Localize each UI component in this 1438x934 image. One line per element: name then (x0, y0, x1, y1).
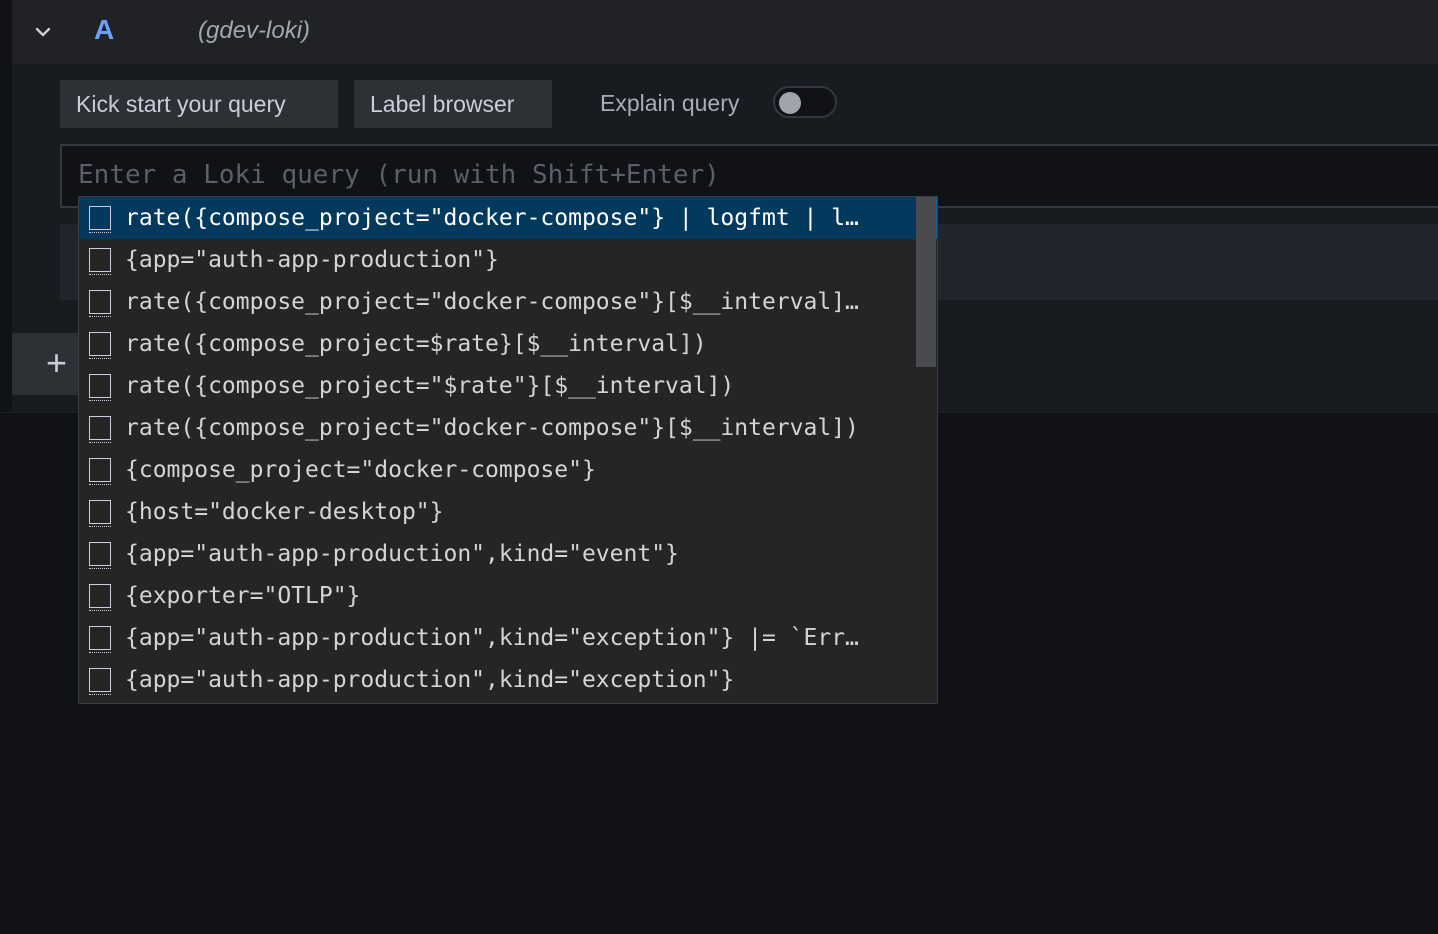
suggestion-item[interactable]: {app="auth-app-production",kind="excepti… (79, 659, 915, 701)
suggestion-kind-icon (88, 626, 111, 653)
suggestion-label: {app="auth-app-production",kind="excepti… (125, 667, 735, 693)
suggestion-label: rate({compose_project="docker-compose"}[… (125, 415, 859, 441)
suggestion-label: {exporter="OTLP"} (125, 583, 361, 609)
suggestion-kind-icon (88, 668, 111, 695)
chevron-down-icon[interactable] (34, 24, 52, 40)
suggestion-label: {app="auth-app-production",kind="excepti… (125, 625, 859, 651)
query-placeholder: Enter a Loki query (run with Shift+Enter… (78, 160, 720, 190)
suggestion-item[interactable]: rate({compose_project="docker-compose"} … (79, 197, 937, 239)
suggestion-item[interactable]: {exporter="OTLP"} (79, 575, 915, 617)
suggestion-label: {compose_project="docker-compose"} (125, 457, 596, 483)
toggle-knob (779, 92, 801, 114)
suggestion-kind-icon (88, 290, 111, 317)
datasource-name: (gdev-loki) (198, 17, 311, 44)
suggestion-kind-icon (88, 374, 111, 401)
suggestion-label: {host="docker-desktop"} (125, 499, 444, 525)
suggestion-item[interactable]: {app="auth-app-production",kind="event"} (79, 533, 915, 575)
suggestion-label: rate({compose_project="docker-compose"} … (125, 205, 859, 231)
suggestion-item[interactable]: rate({compose_project="$rate"}[$__interv… (79, 365, 915, 407)
plus-icon: + (46, 342, 68, 383)
suggestion-kind-icon (88, 500, 111, 527)
label-browser-button[interactable]: Label browser (354, 80, 552, 128)
suggestion-item[interactable]: {app="auth-app-production",kind="excepti… (79, 617, 915, 659)
suggestion-label: {app="auth-app-production"} (125, 247, 499, 273)
suggestion-list[interactable]: rate({compose_project="docker-compose"} … (78, 196, 938, 704)
suggestion-kind-icon (88, 206, 111, 233)
suggestion-kind-icon (88, 332, 111, 359)
suggestion-item[interactable]: {compose_project="docker-compose"} (79, 449, 915, 491)
suggestion-kind-icon (88, 416, 111, 443)
suggestion-label: rate({compose_project="docker-compose"}[… (125, 289, 859, 315)
suggestion-item[interactable]: {host="docker-desktop"} (79, 491, 915, 533)
suggestion-label: rate({compose_project=$rate}[$__interval… (125, 331, 707, 357)
suggestion-label: rate({compose_project="$rate"}[$__interv… (125, 373, 735, 399)
suggestion-item[interactable]: {app="auth-app-production"} (79, 239, 915, 281)
suggestion-kind-icon (88, 458, 111, 485)
suggestion-kind-icon (88, 248, 111, 275)
suggestion-kind-icon (88, 584, 111, 611)
query-ref-id[interactable]: A (94, 14, 114, 46)
kick-start-query-button[interactable]: Kick start your query (60, 80, 338, 128)
suggestion-item[interactable]: rate({compose_project="docker-compose"}[… (79, 281, 915, 323)
suggestion-scrollbar[interactable] (916, 197, 936, 367)
explain-query-label: Explain query (600, 90, 740, 116)
suggestion-item[interactable]: rate({compose_project=$rate}[$__interval… (79, 323, 915, 365)
suggestion-item[interactable]: rate({compose_project="docker-compose"}[… (79, 407, 915, 449)
suggestion-kind-icon (88, 542, 111, 569)
suggestion-label: {app="auth-app-production",kind="event"} (125, 541, 679, 567)
explain-query-toggle[interactable] (773, 86, 837, 118)
